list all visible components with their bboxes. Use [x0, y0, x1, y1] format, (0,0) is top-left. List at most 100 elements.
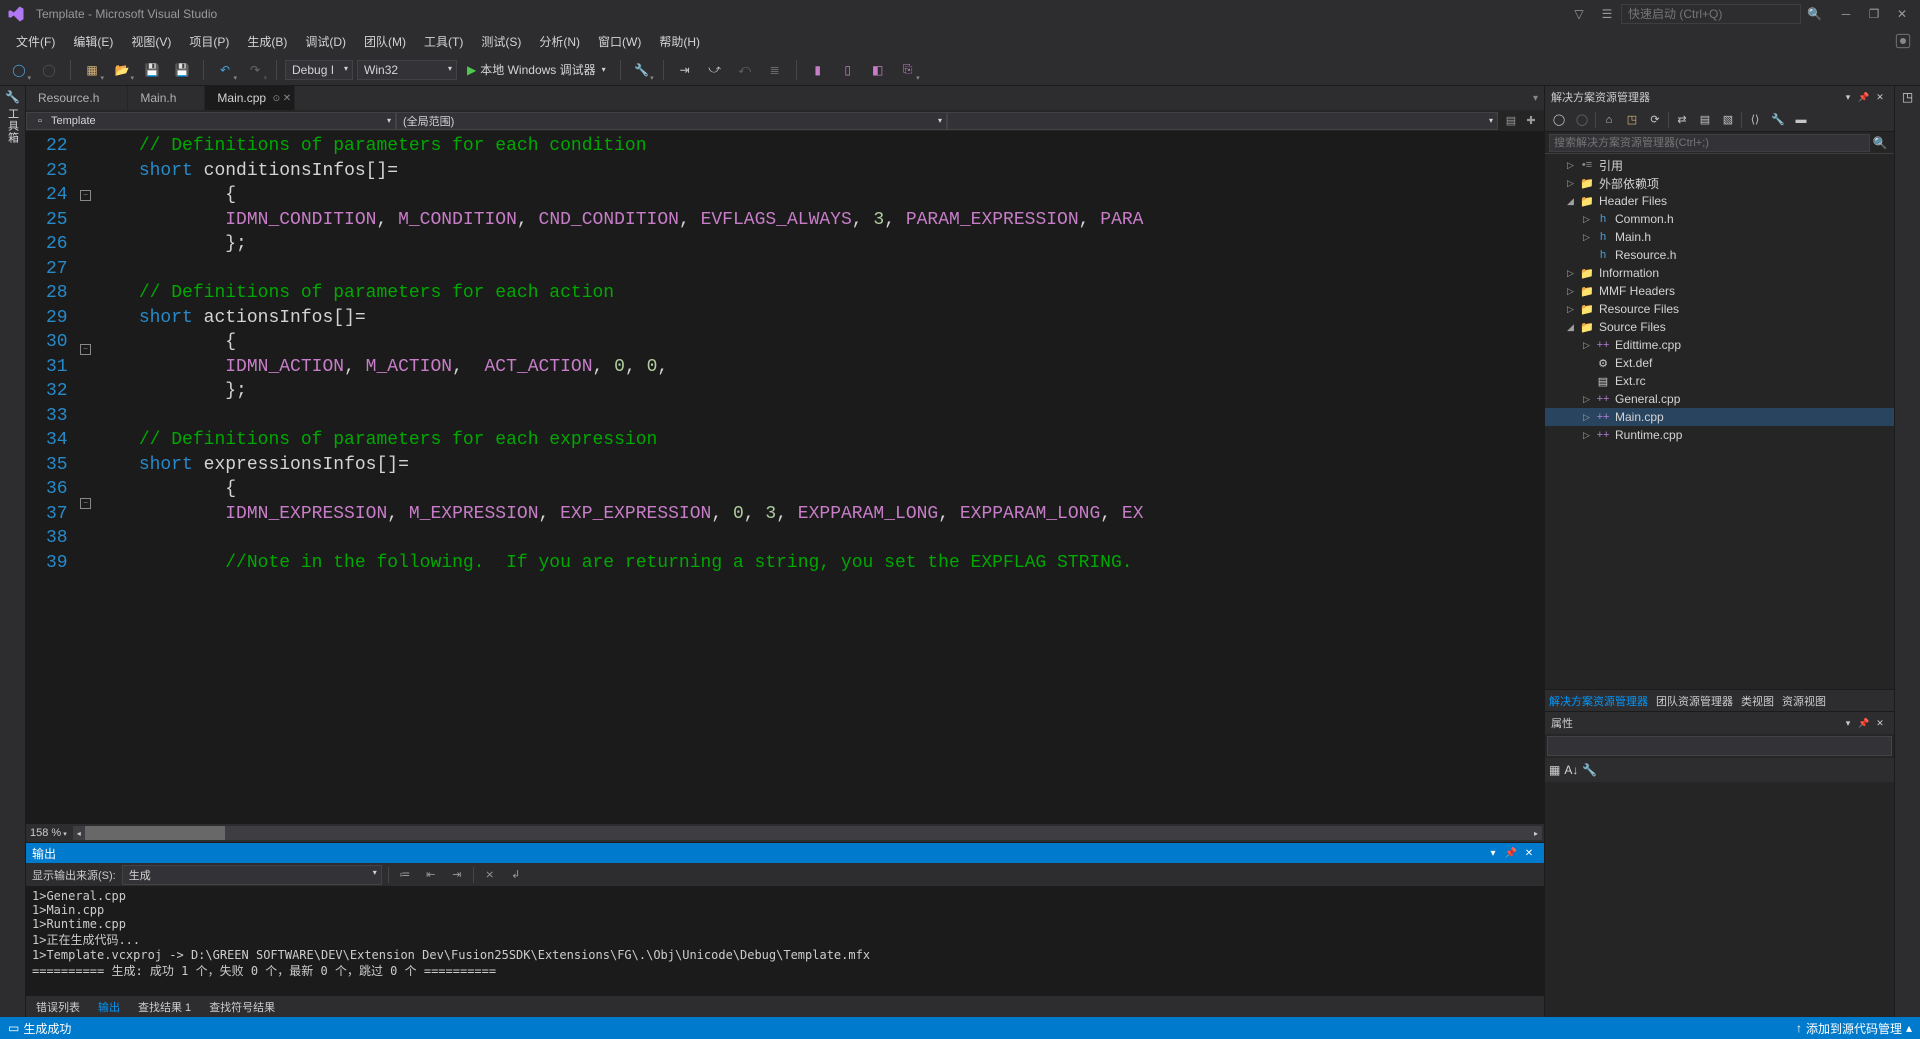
side-tab[interactable]: 类视图 — [1741, 693, 1774, 709]
se-dropdown-icon[interactable]: ▾ — [1840, 89, 1856, 105]
se-code-icon[interactable]: ⟨⟩ — [1745, 110, 1765, 130]
notifications-icon[interactable]: ▽ — [1565, 0, 1593, 28]
tree-node[interactable]: ▷++Main.cpp — [1545, 408, 1894, 426]
forward-button[interactable]: ◯ — [36, 57, 62, 83]
tree-node[interactable]: ▷•≡引用 — [1545, 156, 1894, 174]
output-source-dropdown[interactable]: 生成 — [122, 865, 382, 885]
output-pin-icon[interactable]: 📌 — [1502, 844, 1520, 862]
tb-icon-last[interactable]: ⎘ — [895, 57, 921, 83]
menu-item[interactable]: 工具(T) — [416, 30, 471, 53]
output-text[interactable]: 1>General.cpp 1>Main.cpp 1>Runtime.cpp 1… — [26, 887, 1544, 995]
tab-close-icon[interactable]: ✕ — [283, 93, 291, 104]
redo-button[interactable]: ↷ — [242, 57, 268, 83]
quick-launch-input[interactable] — [1621, 4, 1801, 24]
se-wrench-icon[interactable]: 🔧 — [1768, 110, 1788, 130]
open-button[interactable]: 📂 — [109, 57, 135, 83]
tabs-dropdown-icon[interactable]: ▾ — [1533, 93, 1538, 104]
tab-pin-icon[interactable]: ⊙ — [273, 93, 281, 104]
se-home-icon[interactable]: ⌂ — [1599, 110, 1619, 130]
tree-node[interactable]: ▷hMain.h — [1545, 228, 1894, 246]
source-control-status[interactable]: ↑ 添加到源代码管理 ▴ — [1796, 1020, 1912, 1037]
tb-icon-4[interactable]: ≣ — [762, 57, 788, 83]
tree-expand-icon[interactable]: ◢ — [1567, 196, 1579, 207]
tree-node[interactable]: ▷📁Resource Files — [1545, 300, 1894, 318]
se-sync-icon[interactable]: ◳ — [1622, 110, 1642, 130]
tree-expand-icon[interactable]: ▷ — [1583, 430, 1595, 441]
search-icon[interactable]: 🔍 — [1807, 7, 1822, 21]
far-right-icon[interactable]: ◳ — [1902, 90, 1913, 104]
fold-toggle[interactable]: − — [80, 190, 91, 201]
se-fwd-icon[interactable]: ◯ — [1572, 110, 1592, 130]
nav-scope-dropdown[interactable]: (全局范围) — [396, 112, 947, 130]
platform-dropdown[interactable]: Win32 — [357, 60, 457, 80]
output-dropdown-icon[interactable]: ▾ — [1484, 844, 1502, 862]
scroll-thumb[interactable] — [85, 826, 225, 840]
se-pin-icon[interactable]: 📌 — [1856, 89, 1872, 105]
undo-button[interactable]: ↶ — [212, 57, 238, 83]
toolbox-tab[interactable]: 工具箱 — [5, 108, 21, 144]
tree-expand-icon[interactable]: ▷ — [1583, 214, 1595, 225]
split-v-icon[interactable]: ✚ — [1522, 112, 1540, 130]
side-tab[interactable]: 资源视图 — [1782, 693, 1826, 709]
se-more-icon[interactable]: ▬ — [1791, 110, 1811, 130]
se-search-icon[interactable]: 🔍 — [1870, 136, 1890, 150]
tb-icon-step-into[interactable]: ⇥ — [672, 57, 698, 83]
menu-item[interactable]: 测试(S) — [473, 30, 529, 53]
split-h-icon[interactable]: ▤ — [1502, 112, 1520, 130]
editor-tab[interactable]: Main.h — [128, 86, 205, 110]
tb-icon-step-over[interactable]: ⤻ — [702, 57, 728, 83]
side-tab[interactable]: 解决方案资源管理器 — [1549, 693, 1648, 709]
output-wrap-icon[interactable]: ↲ — [506, 865, 526, 885]
se-showall-icon[interactable]: ▧ — [1718, 110, 1738, 130]
tree-node[interactable]: ▤Ext.rc — [1545, 372, 1894, 390]
tb-icon-bookmark[interactable]: ◧ — [865, 57, 891, 83]
se-back-icon[interactable]: ◯ — [1549, 110, 1569, 130]
tree-node[interactable]: ▷📁Information — [1545, 264, 1894, 282]
solution-tree[interactable]: ▷•≡引用▷📁外部依赖项◢📁Header Files▷hCommon.h▷hMa… — [1545, 154, 1894, 689]
new-project-button[interactable]: ▦ — [79, 57, 105, 83]
menu-item[interactable]: 帮助(H) — [651, 30, 708, 53]
bottom-tab[interactable]: 错误列表 — [32, 997, 84, 1017]
tree-expand-icon[interactable]: ▷ — [1567, 286, 1579, 297]
tree-node[interactable]: ▷++Runtime.cpp — [1545, 426, 1894, 444]
scroll-left-icon[interactable]: ◂ — [73, 826, 85, 840]
tree-expand-icon[interactable]: ▷ — [1567, 268, 1579, 279]
back-button[interactable]: ◯ — [6, 57, 32, 83]
tree-node[interactable]: ◢📁Source Files — [1545, 318, 1894, 336]
properties-object-dropdown[interactable] — [1547, 736, 1892, 756]
fold-toggle[interactable]: − — [80, 498, 91, 509]
tree-node[interactable]: ▷++General.cpp — [1545, 390, 1894, 408]
tree-node[interactable]: hResource.h — [1545, 246, 1894, 264]
tree-expand-icon[interactable]: ▷ — [1567, 178, 1579, 189]
nav-member-dropdown[interactable] — [947, 112, 1498, 130]
menu-item[interactable]: 文件(F) — [8, 30, 63, 53]
tb-icon-step-out[interactable]: ⤺ — [732, 57, 758, 83]
menu-item[interactable]: 视图(V) — [123, 30, 179, 53]
feedback-icon[interactable]: ☰ — [1593, 0, 1621, 28]
tree-expand-icon[interactable]: ◢ — [1567, 322, 1579, 333]
output-prev-icon[interactable]: ⇤ — [421, 865, 441, 885]
bottom-tab[interactable]: 输出 — [94, 997, 124, 1017]
menu-right-icon[interactable] — [1894, 32, 1920, 50]
save-all-button[interactable]: 💾 — [169, 57, 195, 83]
se-search-input[interactable] — [1549, 134, 1870, 152]
props-az-icon[interactable]: A↓ — [1564, 763, 1578, 777]
tb-icon-comment[interactable]: ▮ — [805, 57, 831, 83]
props-pin-icon[interactable]: 📌 — [1856, 715, 1872, 731]
tree-expand-icon[interactable]: ▷ — [1583, 412, 1595, 423]
bottom-tab[interactable]: 查找符号结果 — [205, 997, 279, 1017]
editor-tab[interactable]: Resource.h — [26, 86, 128, 110]
tb-icon-1[interactable]: 🔧 — [629, 57, 655, 83]
se-close-icon[interactable]: ✕ — [1872, 89, 1888, 105]
props-close-icon[interactable]: ✕ — [1872, 715, 1888, 731]
tree-expand-icon[interactable]: ▷ — [1567, 160, 1579, 171]
tb-icon-uncomment[interactable]: ▯ — [835, 57, 861, 83]
tree-expand-icon[interactable]: ▷ — [1583, 394, 1595, 405]
props-wrench-icon[interactable]: 🔧 — [1582, 763, 1597, 777]
tree-node[interactable]: ▷++Edittime.cpp — [1545, 336, 1894, 354]
nav-project-dropdown[interactable]: ▫ Template — [26, 112, 396, 130]
editor-tab[interactable]: Main.cpp⊙✕ — [205, 86, 295, 110]
scroll-right-icon[interactable]: ▸ — [1530, 826, 1542, 840]
menu-item[interactable]: 分析(N) — [531, 30, 588, 53]
menu-item[interactable]: 项目(P) — [181, 30, 237, 53]
